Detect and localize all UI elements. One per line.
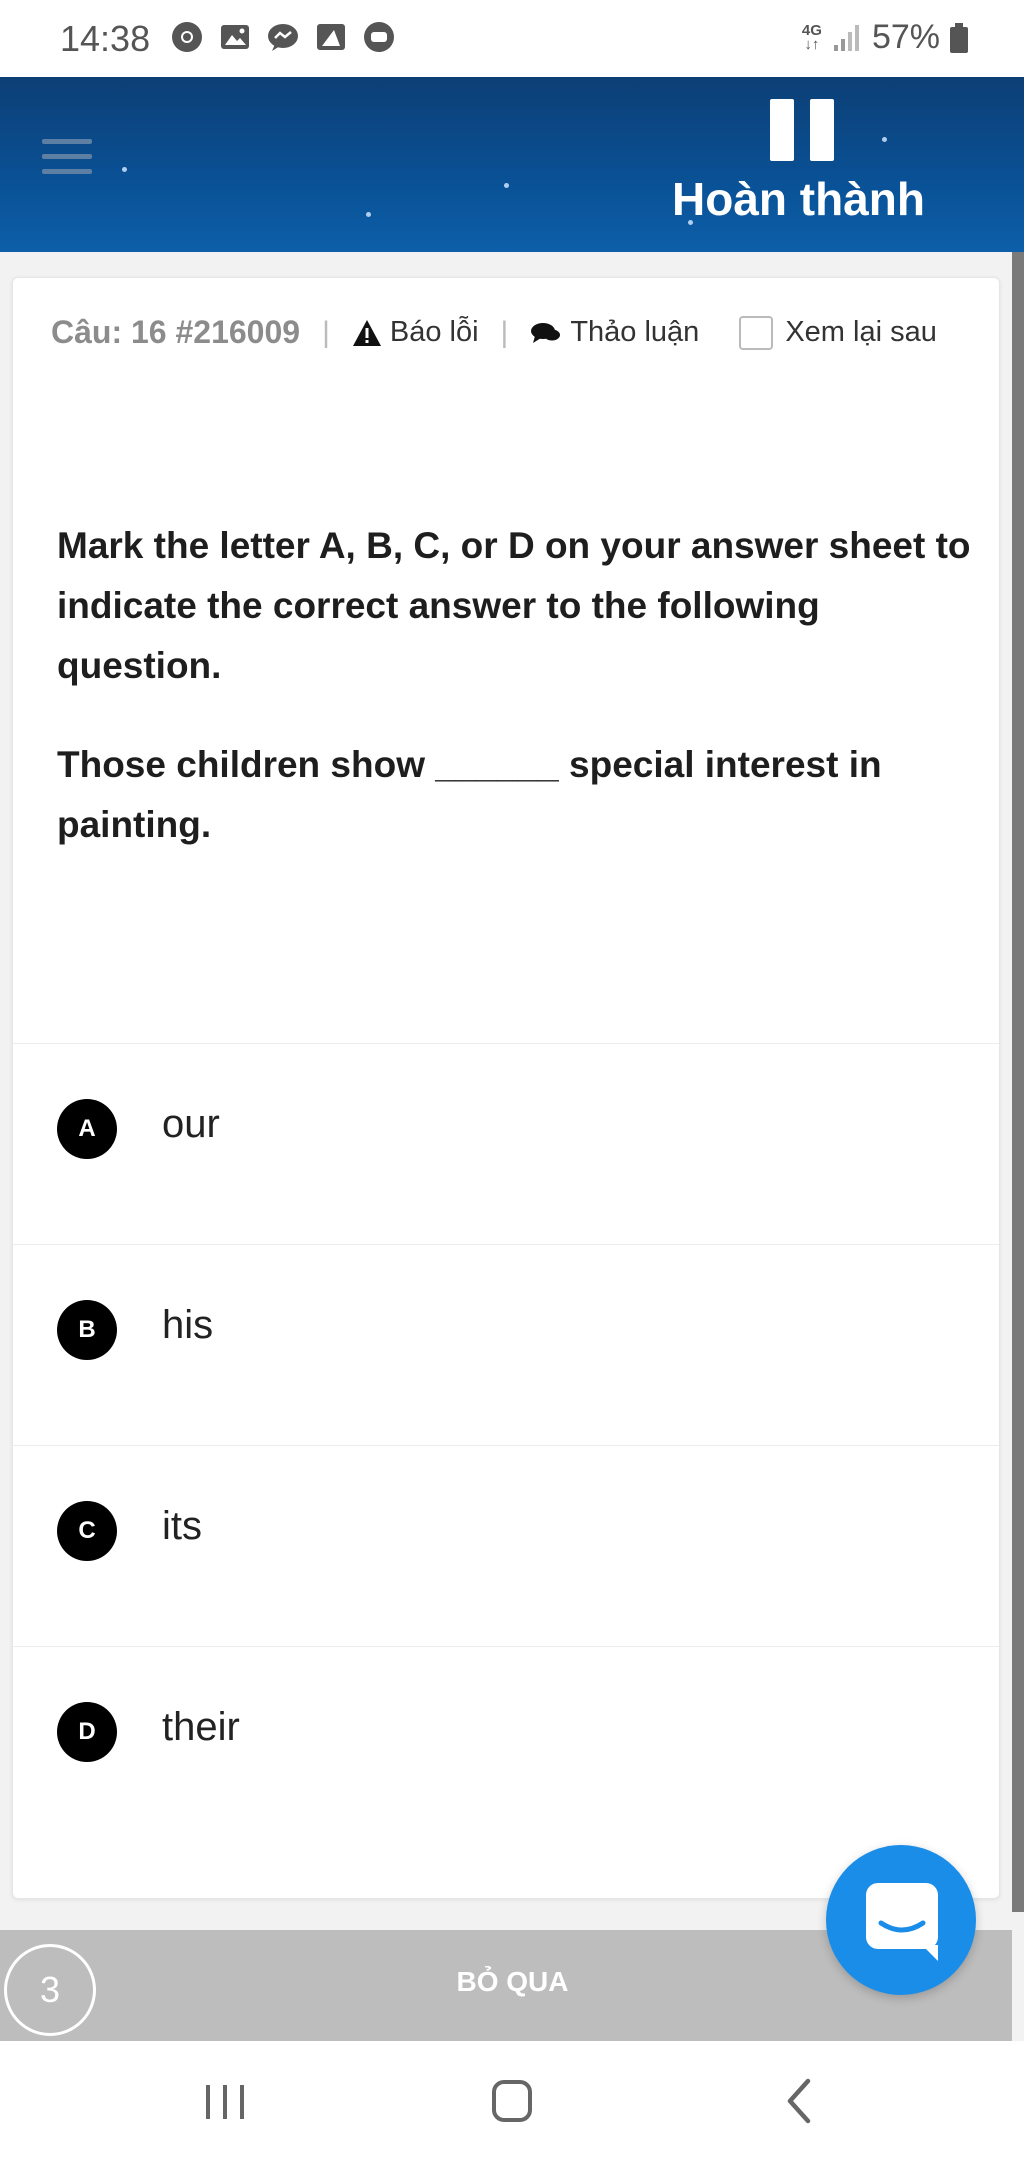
- option-text: their: [162, 1705, 240, 1749]
- question-meta-bar: Câu: 16 #216009 | Báo lỗi | Thảo luận Xe…: [51, 314, 991, 351]
- option-letter-badge: B: [57, 1300, 117, 1360]
- header-star-decoration: [366, 212, 371, 217]
- recent-apps-icon[interactable]: [190, 2069, 260, 2133]
- status-right-group: 4G ↓↑ 57%: [802, 18, 968, 57]
- warning-icon: [352, 319, 381, 346]
- messenger-icon: [268, 24, 298, 51]
- chat-icon: [866, 1883, 938, 1961]
- question-body: Mark the letter A, B, C, or D on your an…: [57, 516, 977, 855]
- skip-button[interactable]: BỎ QUA: [440, 1966, 585, 1998]
- header-star-decoration: [504, 183, 509, 188]
- divider: |: [500, 315, 509, 349]
- option-letter-badge: A: [57, 1099, 117, 1159]
- finish-button[interactable]: Hoàn thành: [672, 172, 925, 226]
- comments-icon: [531, 322, 561, 343]
- report-error-link[interactable]: Báo lỗi: [352, 316, 479, 349]
- app-screen: 14:38 4G ↓↑ 57% Hoàn thành Câu: 16 #2160…: [0, 0, 1024, 2162]
- hamburger-icon[interactable]: [42, 139, 92, 185]
- option-a[interactable]: A our: [13, 1043, 999, 1244]
- review-later-checkbox[interactable]: [739, 315, 774, 350]
- battery-icon: [950, 22, 968, 53]
- report-error-label: Báo lỗi: [389, 316, 479, 348]
- status-bar: 14:38 4G ↓↑ 57%: [0, 0, 1024, 77]
- question-prompt: Those children show ______ special inter…: [57, 744, 882, 845]
- scroll-indicator[interactable]: [1012, 252, 1024, 1912]
- status-time: 14:38: [60, 18, 151, 59]
- home-icon[interactable]: [477, 2069, 547, 2133]
- signal-icon: [833, 24, 859, 51]
- app-header: Hoàn thành: [0, 77, 1024, 252]
- option-b[interactable]: B his: [13, 1244, 999, 1445]
- pause-icon[interactable]: [770, 99, 834, 161]
- back-icon[interactable]: [764, 2069, 834, 2133]
- option-c[interactable]: C its: [13, 1445, 999, 1646]
- option-letter-badge: D: [57, 1702, 117, 1762]
- question-instruction: Mark the letter A, B, C, or D on your an…: [57, 525, 971, 686]
- question-number: Câu: 16 #216009: [51, 314, 301, 350]
- notification-icons: [170, 20, 396, 54]
- option-text: our: [162, 1102, 220, 1146]
- network-type: 4G ↓↑: [802, 23, 822, 53]
- remaining-counter: 3: [4, 1944, 96, 2036]
- option-text: his: [162, 1303, 214, 1347]
- header-star-decoration: [882, 137, 887, 142]
- answer-options: A our B his C its D their: [13, 1043, 999, 1847]
- divider: |: [322, 315, 330, 349]
- image-edit-icon: [317, 24, 345, 50]
- discussion-label: Thảo luận: [570, 316, 700, 348]
- option-d[interactable]: D their: [13, 1646, 999, 1847]
- question-card: Câu: 16 #216009 | Báo lỗi | Thảo luận Xe…: [12, 277, 1000, 1899]
- chat-button[interactable]: [826, 1845, 976, 1995]
- battery-percent: 57%: [871, 18, 940, 56]
- data-arrows-icon: ↓↑: [804, 35, 820, 53]
- header-star-decoration: [122, 167, 127, 172]
- option-letter-badge: C: [57, 1501, 117, 1561]
- gallery-icon: [221, 25, 249, 49]
- review-later-label[interactable]: Xem lại sau: [785, 316, 937, 349]
- chrome-icon: [172, 22, 202, 52]
- system-nav-bar: [0, 2041, 1024, 2162]
- option-text: its: [162, 1504, 202, 1548]
- discussion-link[interactable]: Thảo luận: [530, 316, 699, 349]
- chat-bubble-icon: [364, 22, 394, 52]
